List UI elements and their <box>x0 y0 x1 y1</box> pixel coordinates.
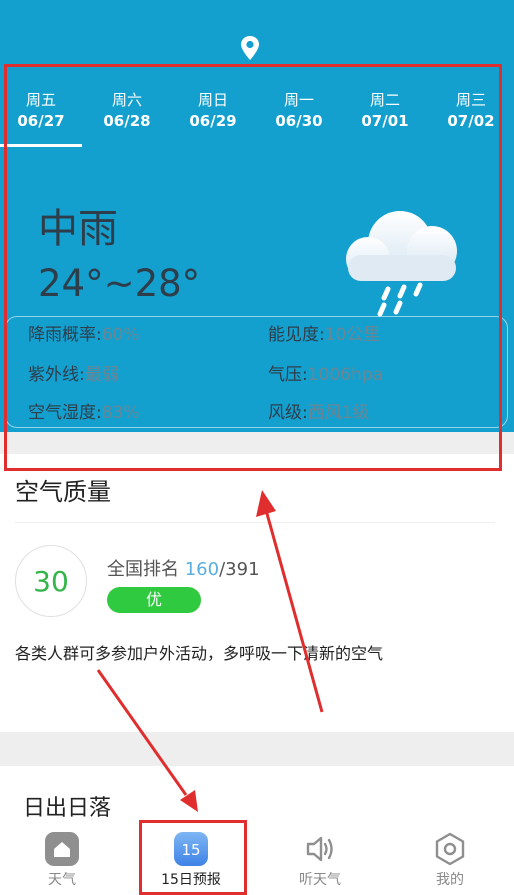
national-rank: 全国排名 160/391 <box>107 555 260 581</box>
home-icon <box>45 832 79 866</box>
air-quality-description: 各类人群可多参加户外活动，多呼吸一下清新的空气 <box>15 644 384 663</box>
annotation-arrow <box>264 509 324 713</box>
arrow-head <box>256 490 276 517</box>
rank-label: 全国排名 <box>107 559 179 580</box>
divider <box>15 522 495 523</box>
section-divider <box>0 732 514 766</box>
bottom-nav: 天气 15 15日预报 听天气 我的 <box>0 822 514 895</box>
annotation-highlight-box <box>4 64 502 471</box>
nav-mine[interactable]: 我的 <box>405 832 495 889</box>
settings-hexagon-icon <box>435 832 465 866</box>
nav-weather[interactable]: 天气 <box>17 832 107 889</box>
speaker-icon <box>306 836 333 862</box>
aqi-level-badge: 优 <box>107 587 201 613</box>
nav-label: 听天气 <box>299 872 341 888</box>
arrow-head <box>180 790 198 812</box>
rank-value: 160 <box>184 559 220 580</box>
sunrise-sunset-title: 日出日落 <box>23 796 112 821</box>
air-quality-title: 空气质量 <box>15 478 111 506</box>
aqi-circle: 30 <box>15 545 87 617</box>
nav-label: 天气 <box>48 872 76 888</box>
rank-total: /391 <box>219 559 260 580</box>
nav-listen-weather[interactable]: 听天气 <box>275 832 365 889</box>
location-pin-icon[interactable] <box>238 35 262 61</box>
nav-label: 我的 <box>436 872 464 888</box>
annotation-highlight-box <box>139 820 247 895</box>
